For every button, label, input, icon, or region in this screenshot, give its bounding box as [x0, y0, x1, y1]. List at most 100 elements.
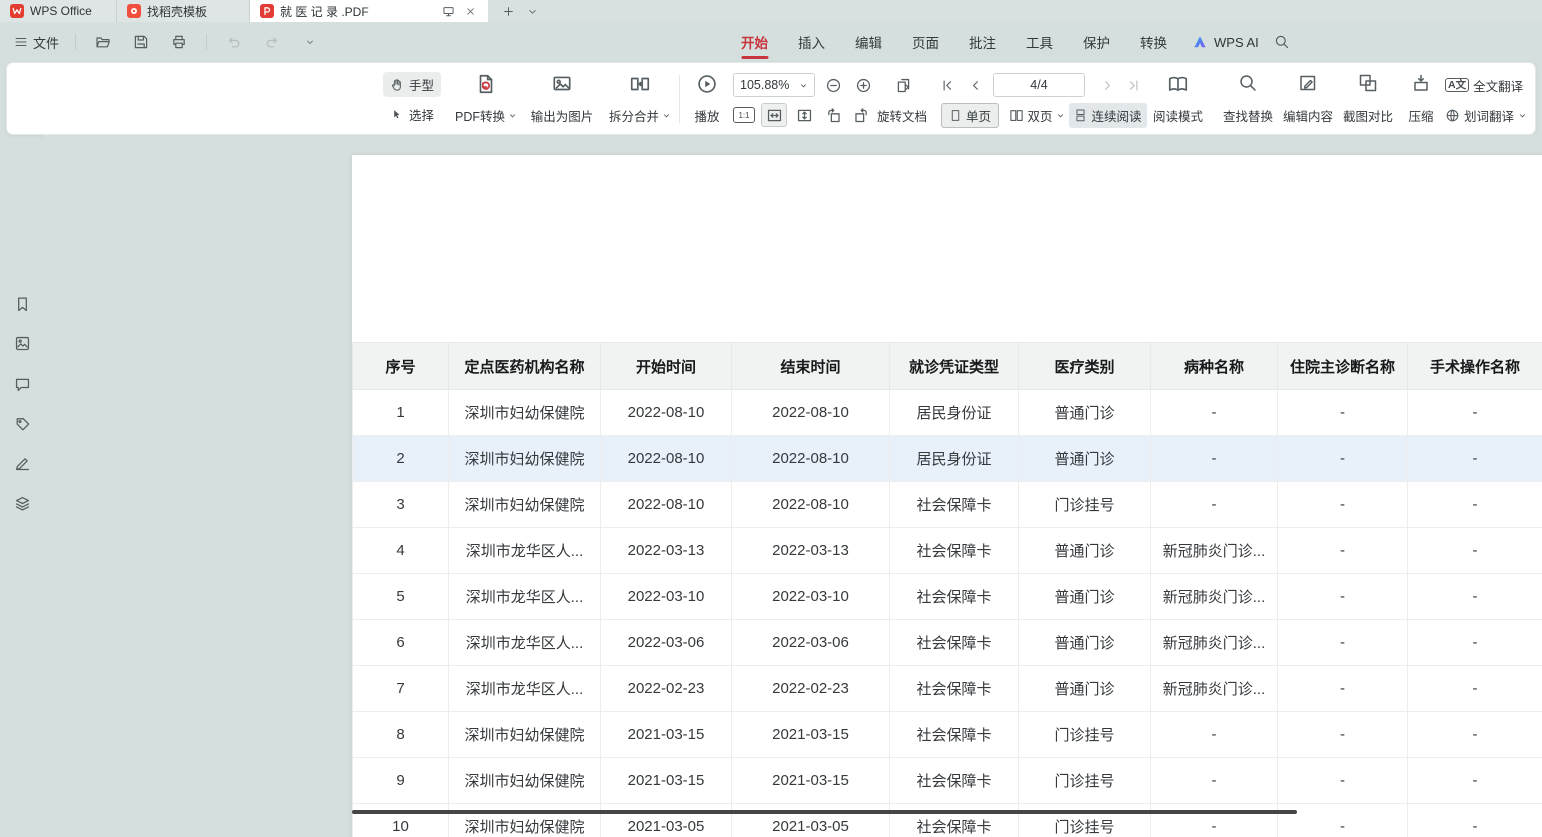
file-menu-button[interactable]: 文件 — [8, 29, 65, 55]
table-cell: - — [1278, 528, 1408, 574]
table-cell: 2022-03-13 — [732, 528, 890, 574]
rotate-right-button[interactable] — [849, 103, 873, 127]
save-button[interactable] — [124, 29, 158, 55]
new-tab-icon[interactable] — [500, 3, 516, 19]
horizontal-scrollbar-thumb[interactable] — [352, 810, 1297, 814]
table-cell: 社会保障卡 — [890, 666, 1019, 712]
signature-panel-button[interactable] — [12, 453, 32, 473]
fit-page-button[interactable] — [791, 103, 817, 127]
select-tool-label: 选择 — [409, 105, 434, 124]
table-cell: 社会保障卡 — [890, 712, 1019, 758]
attachments-panel-button[interactable] — [12, 414, 32, 434]
menu-home[interactable]: 开始 — [726, 22, 783, 62]
layers-panel-button[interactable] — [12, 493, 32, 513]
thumbnails-panel-button[interactable] — [12, 333, 32, 353]
table-cell: 2021-03-15 — [601, 712, 732, 758]
undo-button[interactable] — [217, 29, 251, 55]
zoom-level-select[interactable]: 105.88% — [733, 73, 815, 97]
tab-label: 找稻壳模板 — [147, 3, 207, 20]
save-icon — [133, 34, 149, 50]
menu-comment[interactable]: 批注 — [954, 22, 1011, 62]
rotate-left-button[interactable] — [821, 103, 845, 127]
menu-search-button[interactable] — [1270, 30, 1294, 54]
actual-size-button[interactable]: 1:1 — [731, 103, 757, 127]
pdf-convert-button[interactable]: PDF转换 — [451, 70, 521, 128]
menu-bar: 文件 开始 插入 编辑 — [0, 22, 1542, 62]
page-number-input[interactable]: 4/4 — [993, 73, 1085, 97]
fit-window-button[interactable] — [891, 73, 915, 97]
continuous-reading-button[interactable]: 连续阅读 — [1069, 103, 1147, 128]
wps-ai-icon — [1192, 34, 1208, 50]
split-merge-button[interactable]: 拆分合并 — [605, 70, 675, 128]
print-button[interactable] — [162, 29, 196, 55]
rotate-document-button[interactable]: 旋转文档 — [877, 103, 927, 127]
next-page-icon — [1100, 78, 1115, 93]
table-cell: - — [1151, 804, 1278, 837]
table-body: 1深圳市妇幼保健院2022-08-102022-08-10居民身份证普通门诊--… — [353, 390, 1542, 837]
device-sync-icon[interactable] — [440, 3, 456, 19]
full-translate-button[interactable]: A文 全文翻译 — [1445, 73, 1523, 97]
play-button[interactable]: 播放 — [685, 70, 729, 128]
document-viewport[interactable]: 序号定点医药机构名称开始时间结束时间就诊凭证类型医疗类别病种名称住院主诊断名称手… — [44, 135, 1542, 837]
ribbon-menus: 开始 插入 编辑 页面 批注 工具 保护 转换 — [726, 22, 1182, 62]
comments-panel-button[interactable] — [12, 374, 32, 394]
tab-document[interactable]: 就 医 记 录 .PDF — [250, 0, 488, 22]
bookmark-icon — [14, 296, 31, 313]
close-tab-icon[interactable] — [462, 3, 478, 19]
fit-width-button[interactable] — [761, 103, 787, 127]
menu-label: 编辑 — [855, 32, 882, 52]
hand-tool-button[interactable]: 手型 — [383, 72, 441, 97]
menu-page[interactable]: 页面 — [897, 22, 954, 62]
menu-convert[interactable]: 转换 — [1125, 22, 1182, 62]
table-cell: 2022-03-10 — [601, 574, 732, 620]
tab-docer[interactable]: 找稻壳模板 — [117, 0, 250, 22]
zoom-out-button[interactable] — [821, 73, 845, 97]
tab-extra-controls — [488, 0, 540, 22]
table-cell: - — [1278, 482, 1408, 528]
toolbar-divider — [679, 75, 680, 123]
last-page-icon — [1126, 78, 1141, 93]
tab-list-chevron-icon[interactable] — [524, 3, 540, 19]
next-page-button[interactable] — [1095, 73, 1119, 97]
table-cell: 普通门诊 — [1019, 528, 1151, 574]
select-tool-button[interactable]: 选择 — [383, 102, 441, 127]
redo-button[interactable] — [255, 29, 289, 55]
menu-label: 页面 — [912, 32, 939, 52]
single-page-button[interactable]: 单页 — [941, 103, 999, 128]
table-cell: - — [1151, 482, 1278, 528]
table-cell: 2021-03-15 — [732, 712, 890, 758]
single-page-label: 单页 — [966, 106, 991, 125]
last-page-button[interactable] — [1121, 73, 1145, 97]
menu-edit[interactable]: 编辑 — [840, 22, 897, 62]
table-row: 3深圳市妇幼保健院2022-08-102022-08-10社会保障卡门诊挂号--… — [353, 482, 1542, 528]
previous-page-button[interactable] — [963, 73, 987, 97]
compress-button[interactable]: 压缩 — [1399, 70, 1443, 128]
wps-window: WPS Office 找稻壳模板 就 医 记 录 .PDF — [0, 0, 1542, 837]
table-row: 5深圳市龙华区人...2022-03-102022-03-10社会保障卡普通门诊… — [353, 574, 1542, 620]
table-cell: - — [1278, 390, 1408, 436]
menu-tools[interactable]: 工具 — [1011, 22, 1068, 62]
wps-ai-button[interactable]: WPS AI — [1192, 22, 1259, 62]
menu-insert[interactable]: 插入 — [783, 22, 840, 62]
export-as-image-button[interactable]: 输出为图片 — [523, 70, 601, 128]
hand-tool-label: 手型 — [409, 75, 434, 94]
medical-records-table: 序号定点医药机构名称开始时间结束时间就诊凭证类型医疗类别病种名称住院主诊断名称手… — [352, 342, 1542, 837]
double-page-button[interactable]: 双页 — [1005, 103, 1069, 128]
open-file-button[interactable] — [86, 29, 120, 55]
edit-content-button[interactable]: 编辑内容 — [1279, 70, 1337, 128]
bookmark-panel-button[interactable] — [12, 294, 32, 314]
search-icon — [1274, 34, 1290, 50]
column-header: 开始时间 — [601, 343, 732, 390]
table-cell: 深圳市妇幼保健院 — [449, 390, 601, 436]
read-mode-button[interactable]: 阅读模式 — [1149, 70, 1207, 128]
history-chevron-button[interactable] — [293, 29, 327, 55]
zoom-in-button[interactable] — [851, 73, 875, 97]
screenshot-compare-button[interactable]: 截图对比 — [1339, 70, 1397, 128]
word-translate-button[interactable]: 划词翻译 — [1445, 103, 1527, 127]
menu-protect[interactable]: 保护 — [1068, 22, 1125, 62]
menu-label: 转换 — [1140, 32, 1167, 52]
tab-wps-office[interactable]: WPS Office — [0, 0, 117, 22]
find-replace-button[interactable]: 查找替换 — [1219, 70, 1277, 128]
first-page-button[interactable] — [935, 73, 959, 97]
wps-ai-label: WPS AI — [1214, 35, 1259, 50]
